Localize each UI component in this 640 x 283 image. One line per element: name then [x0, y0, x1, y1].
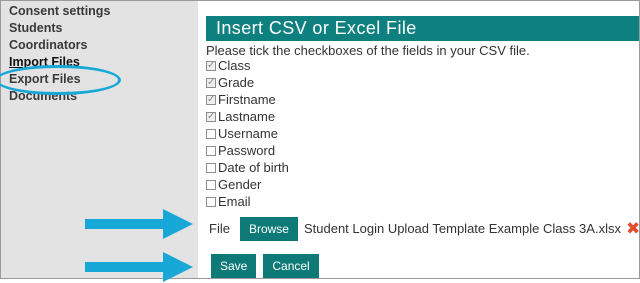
sidebar-item-students[interactable]: Students — [9, 20, 62, 37]
checkbox-email[interactable] — [206, 196, 216, 207]
field-label: Grade — [218, 75, 255, 90]
checkbox-class[interactable]: ✓ — [206, 60, 216, 71]
field-option-date-of-birth[interactable]: Date of birth — [206, 159, 289, 176]
page-title: Insert CSV or Excel File — [206, 16, 639, 41]
field-label: Date of birth — [218, 160, 289, 175]
field-label: Username — [218, 126, 278, 141]
field-option-gender[interactable]: Gender — [206, 176, 261, 193]
arrow-right-icon — [85, 209, 193, 239]
sidebar-item-consent-settings[interactable]: Consent settings — [9, 3, 110, 20]
checkbox-password[interactable] — [206, 145, 216, 156]
close-icon[interactable]: ✖ — [626, 220, 640, 237]
cancel-button[interactable]: Cancel — [263, 254, 319, 278]
checkbox-date-of-birth[interactable] — [206, 162, 216, 173]
field-label: Class — [218, 58, 251, 73]
form-actions: Save Cancel — [211, 254, 319, 278]
app-frame: Consent settings Students Coordinators I… — [0, 0, 640, 282]
main-content: Insert CSV or Excel File Please tick the… — [206, 1, 640, 278]
field-option-lastname[interactable]: ✓ Lastname — [206, 108, 275, 125]
field-label: Password — [218, 143, 276, 158]
browse-button[interactable]: Browse — [239, 216, 298, 241]
field-option-firstname[interactable]: ✓ Firstname — [206, 91, 276, 108]
selected-filename: Student Login Upload Template Example Cl… — [303, 221, 621, 236]
field-option-username[interactable]: Username — [206, 125, 278, 142]
checkbox-grade[interactable]: ✓ — [206, 77, 216, 88]
field-option-grade[interactable]: ✓ Grade — [206, 74, 254, 91]
file-label: File — [209, 221, 230, 236]
field-option-password[interactable]: Password — [206, 142, 275, 159]
field-option-class[interactable]: ✓ Class — [206, 57, 251, 74]
instruction-text: Please tick the checkboxes of the fields… — [206, 43, 530, 58]
checkbox-firstname[interactable]: ✓ — [206, 94, 216, 105]
field-label: Lastname — [218, 109, 276, 124]
checkbox-gender[interactable] — [206, 179, 216, 190]
highlight-ellipse — [0, 65, 121, 95]
field-option-email[interactable]: Email — [206, 193, 251, 210]
field-label: Firstname — [218, 92, 276, 107]
sidebar-item-coordinators[interactable]: Coordinators — [9, 37, 87, 54]
arrow-right-icon — [85, 252, 193, 282]
field-label: Gender — [218, 177, 262, 192]
save-button[interactable]: Save — [211, 254, 257, 278]
checkbox-lastname[interactable]: ✓ — [206, 111, 216, 122]
checkbox-username[interactable] — [206, 128, 216, 139]
field-label: Email — [218, 194, 251, 209]
file-upload-row: File Browse Student Login Upload Templat… — [206, 216, 640, 241]
